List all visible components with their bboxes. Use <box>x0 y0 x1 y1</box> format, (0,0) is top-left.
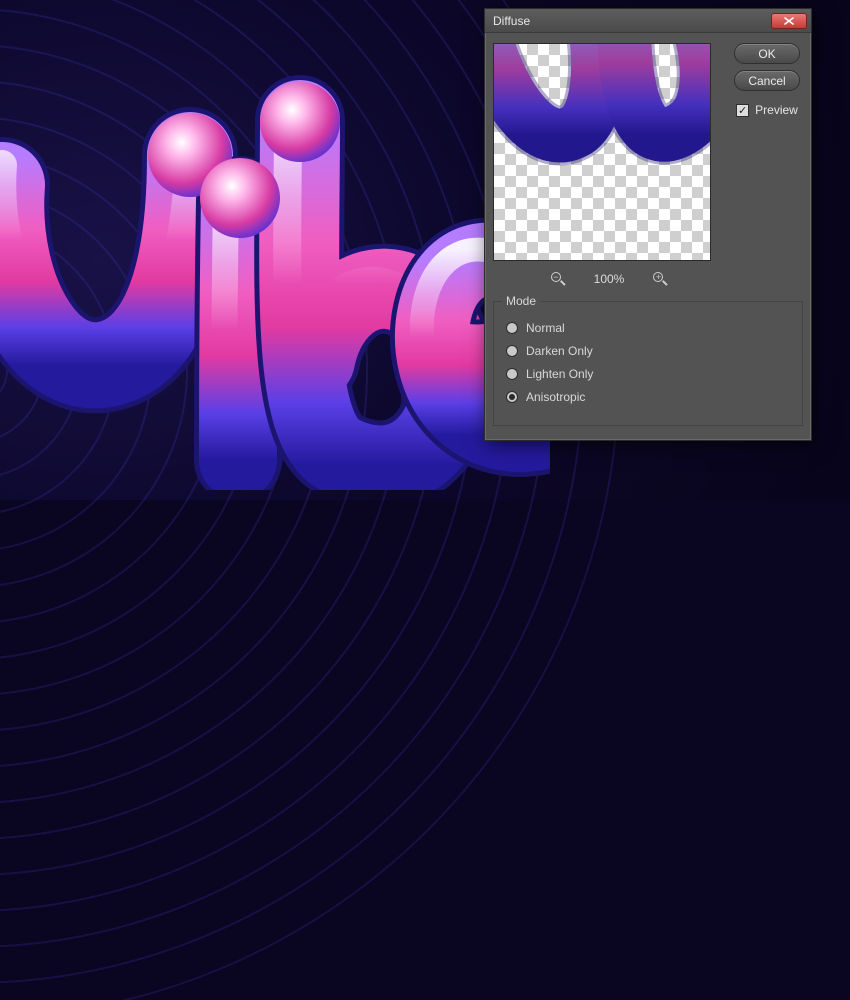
mode-legend: Mode <box>502 294 540 308</box>
ok-button[interactable]: OK <box>734 43 800 64</box>
radio-label: Darken Only <box>526 344 593 358</box>
preview-label: Preview <box>755 103 798 117</box>
close-icon <box>784 17 794 25</box>
radio-icon <box>506 368 518 380</box>
close-button[interactable] <box>771 13 807 29</box>
radio-anisotropic[interactable]: Anisotropic <box>506 390 790 404</box>
cancel-button[interactable]: Cancel <box>734 70 800 91</box>
radio-icon <box>506 345 518 357</box>
preview-checkbox[interactable]: ✓ <box>736 104 749 117</box>
radio-lighten-only[interactable]: Lighten Only <box>506 367 790 381</box>
plus-icon: + <box>656 273 661 282</box>
radio-label: Normal <box>526 321 565 335</box>
diffuse-dialog: Diffuse <box>484 8 812 441</box>
radio-icon-selected <box>506 391 518 403</box>
zoom-in-button[interactable]: + <box>652 271 668 287</box>
dialog-title: Diffuse <box>493 14 530 28</box>
radio-label: Lighten Only <box>526 367 593 381</box>
zoom-level: 100% <box>594 272 625 286</box>
minus-icon: − <box>553 273 558 282</box>
dialog-titlebar[interactable]: Diffuse <box>485 9 811 33</box>
radio-icon <box>506 322 518 334</box>
ok-label: OK <box>758 47 775 61</box>
filter-preview[interactable] <box>493 43 711 261</box>
check-icon: ✓ <box>738 104 747 117</box>
radio-normal[interactable]: Normal <box>506 321 790 335</box>
mode-fieldset: Mode Normal Darken Only Lighten Only Ani… <box>493 301 803 426</box>
cancel-label: Cancel <box>748 74 785 88</box>
radio-darken-only[interactable]: Darken Only <box>506 344 790 358</box>
zoom-out-button[interactable]: − <box>550 271 566 287</box>
radio-label: Anisotropic <box>526 390 585 404</box>
